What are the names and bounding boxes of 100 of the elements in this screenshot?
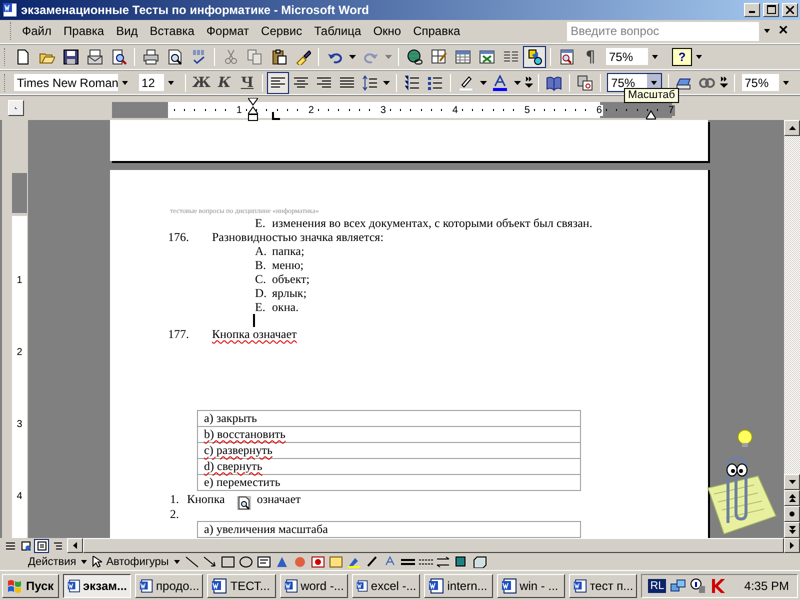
zoom-combo[interactable]: 75% [605,47,663,66]
maximize-icon [766,5,776,14]
show-formatting-button[interactable]: ¶ [579,46,602,68]
caret-icon [383,80,390,84]
menu-item[interactable]: Файл [16,24,58,38]
oval-tool-icon[interactable] [238,556,253,568]
line-tool-icon[interactable] [184,556,199,568]
font-color-icon[interactable] [382,556,397,568]
align-left-icon [270,74,286,90]
clip-art-icon[interactable] [310,556,325,568]
maximize-button[interactable] [763,2,779,17]
list-letter: E. [255,300,266,314]
autoshapes-menu-button[interactable]: Автофигуры [106,556,169,568]
caret-icon[interactable] [121,78,129,86]
horizontal-ruler[interactable]: 1 2 3 4 5 6 7 [112,102,672,118]
caret-icon[interactable] [762,27,771,36]
font-name-combo[interactable]: Times New Roman [12,73,133,92]
arrow-tool-icon[interactable] [202,556,217,568]
menu-item[interactable]: Вставка [144,24,200,38]
scroll-down-button[interactable] [784,474,800,490]
arrow-style-icon[interactable] [436,556,451,568]
answer-option-text: ярлык; [272,286,307,300]
indent-marker-icon[interactable] [248,98,258,122]
minimize-button[interactable] [744,2,760,17]
caret-icon[interactable] [80,558,88,566]
close-document-button[interactable]: × [774,23,792,40]
table-pencil-icon [430,48,446,65]
tab-selector-button[interactable] [8,100,24,116]
italic-button[interactable]: К [213,72,236,94]
caret-icon[interactable] [172,558,181,566]
drawing-shapes-icon [526,48,542,65]
word-document-icon [284,578,298,594]
taskbar-button[interactable]: intern... [424,574,493,598]
list-text: означает [256,492,301,506]
next-page-button[interactable] [784,522,800,538]
picture-icon[interactable] [328,556,343,568]
envelope-icon [86,48,102,65]
k-logo-icon[interactable] [710,578,726,594]
right-indent-marker-icon[interactable] [646,110,656,120]
help-button[interactable]: ? [672,48,692,66]
scroll-left-button[interactable] [67,538,83,554]
caret-icon[interactable] [651,52,659,61]
caret-icon[interactable] [167,78,176,86]
taskbar-button[interactable]: ТЕСТ... [207,574,276,598]
menu-item[interactable]: Вид [110,24,144,38]
previous-page-button[interactable] [784,490,800,506]
windows-flag-icon [7,578,23,593]
actions-menu-button[interactable]: Действия [28,556,76,568]
wordart-icon[interactable] [274,556,289,568]
pointer-icon[interactable] [92,556,102,568]
document-map-icon [558,48,574,65]
taskbar-button[interactable]: excel -... [352,574,420,598]
menu-item[interactable]: Сервис [255,24,308,38]
3d-icon[interactable] [472,556,487,568]
print-layout-button[interactable] [34,538,49,553]
ruler-number: 5 [523,104,531,116]
caret-icon[interactable] [782,78,790,86]
browse-object-button[interactable] [784,506,800,522]
taskbar-button[interactable]: экзам... [62,574,131,598]
menu-item[interactable]: Правка [58,24,110,38]
print-preview-icon [166,48,182,65]
menu-item[interactable]: Окно [367,24,408,38]
close-button[interactable] [782,2,798,17]
text-box-tool-icon[interactable] [256,556,271,568]
dot-icon [789,511,795,518]
drawing-toggle-button[interactable] [523,46,546,68]
menu-item[interactable]: Таблица [308,24,368,38]
list-text: Кнопка [187,492,225,506]
help-question-field[interactable]: Введите вопрос [566,22,775,41]
question-number: 176. [168,230,190,244]
question-text: Кнопка означает [212,327,297,342]
taskbar-button[interactable]: продо... [135,574,204,598]
font-size-combo[interactable]: 12 [138,73,180,92]
double-up-arrow-icon [788,494,796,502]
answer-option-text: меню; [272,258,304,272]
word-document-icon [500,578,517,594]
scroll-right-button[interactable] [784,538,800,554]
menu-item[interactable]: Справка [407,24,466,38]
zoom-combo[interactable]: 75% [740,73,794,92]
answer-option-text: изменения во всех документах, с которыми объект был связан. [272,216,592,230]
scroll-up-button[interactable] [784,120,800,136]
bold-button[interactable]: Ж [190,72,212,94]
menu-item[interactable]: Формат [200,24,256,38]
align-center-icon [292,74,309,90]
table-cell: c) развернуть [204,443,272,458]
fill-color-icon[interactable] [346,556,361,568]
clipboard-icon [270,48,286,65]
align-left-button[interactable] [267,72,290,94]
taskbar-button[interactable]: win - ... [496,574,565,598]
rectangle-tool-icon[interactable] [220,556,235,568]
taskbar-button[interactable]: word -... [280,574,348,598]
underline-button[interactable]: Ч [236,72,258,94]
taskbar-button[interactable]: тест п... [568,574,638,598]
word-document-icon [139,578,154,594]
language-indicator[interactable]: RL [648,578,666,593]
network-computers-icon[interactable] [670,578,686,594]
normal-view-icon [4,540,14,551]
tab-stop-icon[interactable] [272,112,280,120]
line-color-icon[interactable] [364,556,379,568]
start-button[interactable]: Пуск [2,574,59,598]
